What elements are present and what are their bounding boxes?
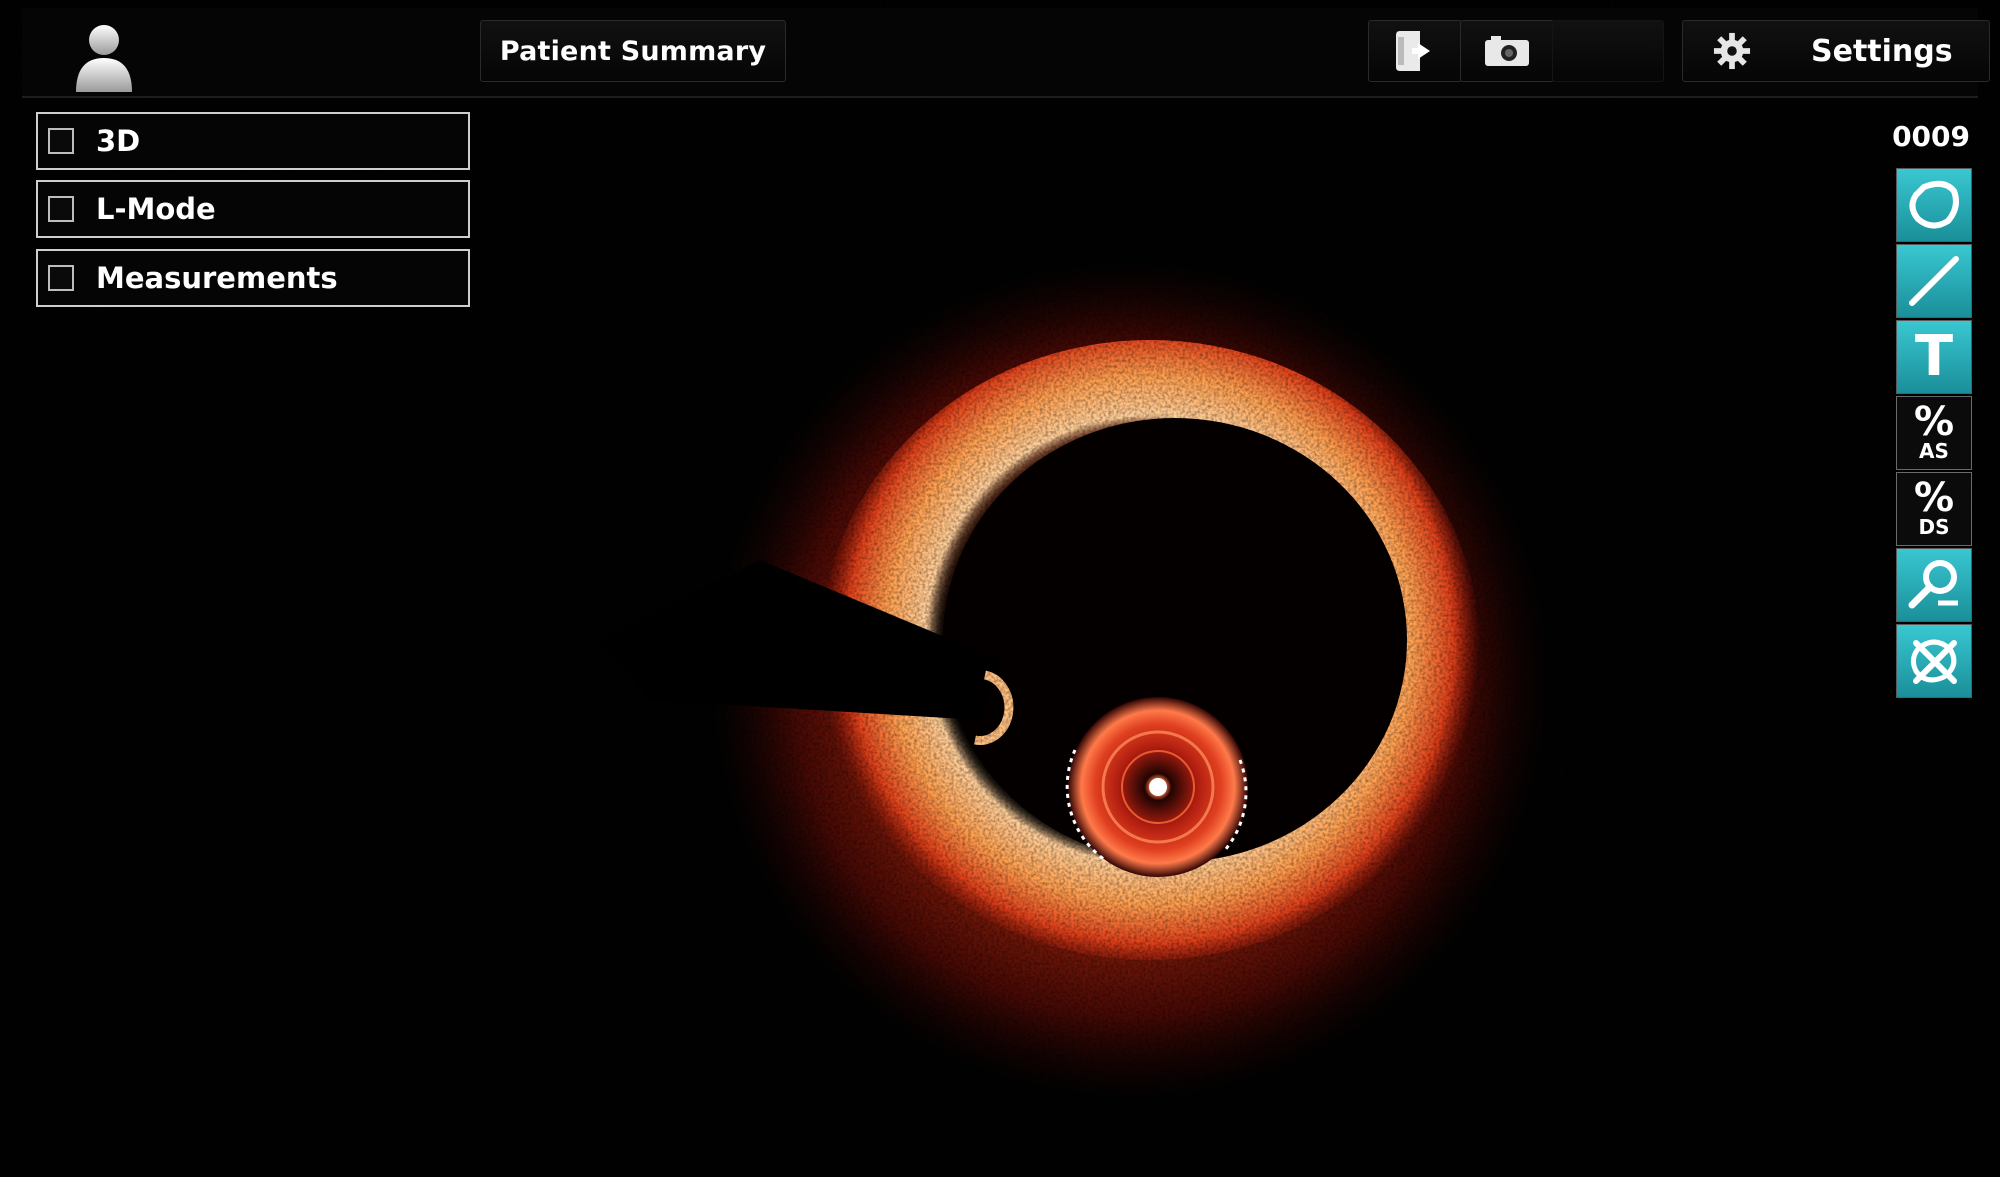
oct-cross-section-image[interactable] xyxy=(0,0,2000,1177)
text-annotation-tool[interactable]: T xyxy=(1896,320,1972,394)
settings-button[interactable]: Settings xyxy=(1682,20,1990,82)
settings-label: Settings xyxy=(1811,33,1953,69)
option-measurements-label: Measurements xyxy=(96,261,338,295)
line-measure-icon xyxy=(1909,256,1959,306)
patient-summary-label: Patient Summary xyxy=(499,35,767,67)
diameter-stenosis-label: DS xyxy=(1918,515,1950,539)
option-l-mode[interactable]: L-Mode xyxy=(36,180,470,238)
option-l-mode-label: L-Mode xyxy=(96,192,216,226)
clear-annotations-tool[interactable] xyxy=(1896,624,1972,698)
area-stenosis-label: AS xyxy=(1919,439,1949,463)
clear-annotations-icon xyxy=(1910,639,1957,684)
export-icon xyxy=(1396,31,1430,71)
area-stenosis-glyph: % xyxy=(1913,399,1955,445)
option-3d-label: 3D xyxy=(96,124,141,158)
empty-toolbar-slot xyxy=(1552,20,1664,82)
patient-summary-button[interactable]: Patient Summary xyxy=(480,20,786,82)
checkbox-l-mode[interactable] xyxy=(48,196,74,222)
export-button[interactable] xyxy=(1368,20,1462,82)
area-stenosis-tool[interactable]: % AS xyxy=(1896,396,1972,470)
camera-icon xyxy=(1485,36,1529,66)
freehand-area-icon xyxy=(1909,180,1959,229)
checkbox-measurements[interactable] xyxy=(48,265,74,291)
zoom-out-icon xyxy=(1908,560,1958,609)
zoom-tool[interactable] xyxy=(1896,548,1972,622)
option-3d[interactable]: 3D xyxy=(36,112,470,170)
frame-counter: 0009 xyxy=(1892,120,1970,153)
freehand-area-tool[interactable] xyxy=(1896,168,1972,242)
diameter-stenosis-tool[interactable]: % DS xyxy=(1896,472,1972,546)
text-annotation-icon: T xyxy=(1914,324,1954,389)
gear-icon xyxy=(1713,32,1751,70)
oct-review-screen: Patient Summary Settings 3D L-Mode Measu… xyxy=(0,0,2000,1177)
line-measure-tool[interactable] xyxy=(1896,244,1972,318)
diameter-stenosis-glyph: % xyxy=(1913,475,1955,521)
snapshot-button[interactable] xyxy=(1460,20,1554,82)
checkbox-3d[interactable] xyxy=(48,128,74,154)
top-bar: Patient Summary Settings xyxy=(22,8,1990,98)
patient-icon[interactable] xyxy=(74,22,134,92)
measurement-toolbar: T % AS % DS xyxy=(1896,168,1974,700)
option-measurements[interactable]: Measurements xyxy=(36,249,470,307)
